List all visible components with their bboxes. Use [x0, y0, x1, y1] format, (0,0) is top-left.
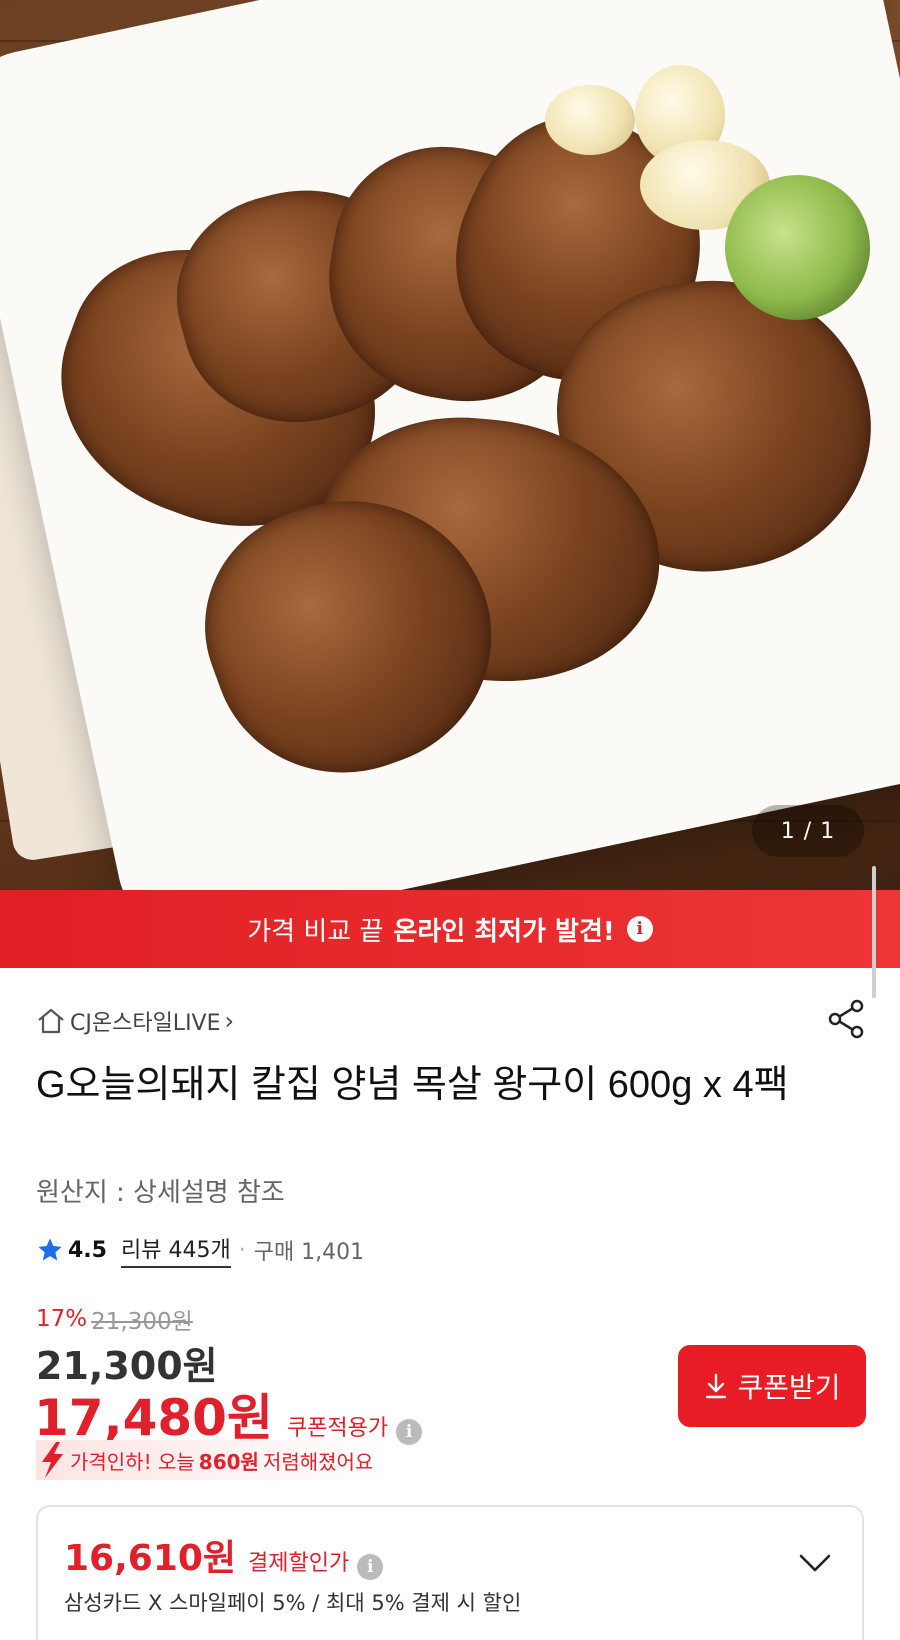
- payment-price-row: 16,610원 결제할인가 i: [64, 1529, 384, 1581]
- scrollbar[interactable]: [872, 866, 876, 998]
- info-icon[interactable]: i: [396, 1419, 423, 1445]
- product-origin: 원산지 : 상세설명 참조: [36, 1178, 285, 1208]
- coupon-button-label: 쿠폰받기: [737, 1371, 841, 1404]
- store-name: CJ온스타일LIVE: [70, 1011, 221, 1036]
- payment-price: 16,610원: [64, 1538, 237, 1579]
- product-image[interactable]: 1 / 1: [0, 0, 900, 890]
- home-icon: [38, 1008, 64, 1034]
- star-icon: [38, 1238, 62, 1261]
- rating-score: 4.5: [68, 1237, 107, 1263]
- download-icon: [706, 1373, 727, 1399]
- price-down-arrow-icon: [42, 1442, 63, 1478]
- coupon-price-label: 쿠폰적용가: [286, 1416, 389, 1441]
- info-icon[interactable]: i: [626, 916, 653, 942]
- info-icon[interactable]: i: [357, 1554, 384, 1580]
- store-link[interactable]: CJ온스타일LIVE ›: [36, 1005, 234, 1037]
- original-price: 21,300원: [91, 1309, 193, 1335]
- discount-percent: 17%: [36, 1306, 88, 1332]
- review-link[interactable]: 리뷰 445개: [120, 1232, 231, 1268]
- discount-row: 17% 21,300원: [36, 1302, 193, 1336]
- separator-dot: ·: [238, 1237, 246, 1263]
- rating-row: 4.5 리뷰 445개 · 구매 1,401: [36, 1232, 364, 1268]
- banner-highlight: 온라인 최저가 발견!: [393, 916, 615, 947]
- promo-banner[interactable]: 가격 비교 끝 온라인 최저가 발견! i: [0, 890, 900, 968]
- brussels-sprout: [725, 175, 870, 320]
- chevron-right-icon: ›: [224, 1007, 235, 1035]
- price-drop-prefix: 가격인하! 오늘: [70, 1449, 195, 1474]
- payment-price-label: 결제할인가: [248, 1551, 350, 1576]
- image-counter: 1 / 1: [752, 805, 864, 857]
- get-coupon-button[interactable]: 쿠폰받기: [678, 1345, 866, 1427]
- payment-discount-card[interactable]: 16,610원 결제할인가 i 삼성카드 X 스마일페이 5% / 최대 5% …: [36, 1505, 864, 1640]
- payment-description: 삼성카드 X 스마일페이 5% / 최대 5% 결제 시 할인: [64, 1591, 522, 1615]
- price-drop-amount: 860원: [198, 1449, 259, 1474]
- banner-text: 가격 비교 끝: [247, 916, 384, 947]
- price-drop-suffix: 저렴해졌어요: [262, 1449, 374, 1474]
- roasted-garlic: [545, 85, 635, 155]
- product-title: G오늘의돼지 칼집 양념 목살 왕구이 600g x 4팩: [36, 1064, 789, 1106]
- share-button[interactable]: [826, 998, 868, 1044]
- price-drop-notice: 가격인하! 오늘 860원 저렴해졌어요: [36, 1440, 394, 1480]
- purchase-count: 구매 1,401: [253, 1240, 365, 1265]
- share-icon: [828, 999, 864, 1039]
- chevron-down-icon[interactable]: [798, 1552, 832, 1574]
